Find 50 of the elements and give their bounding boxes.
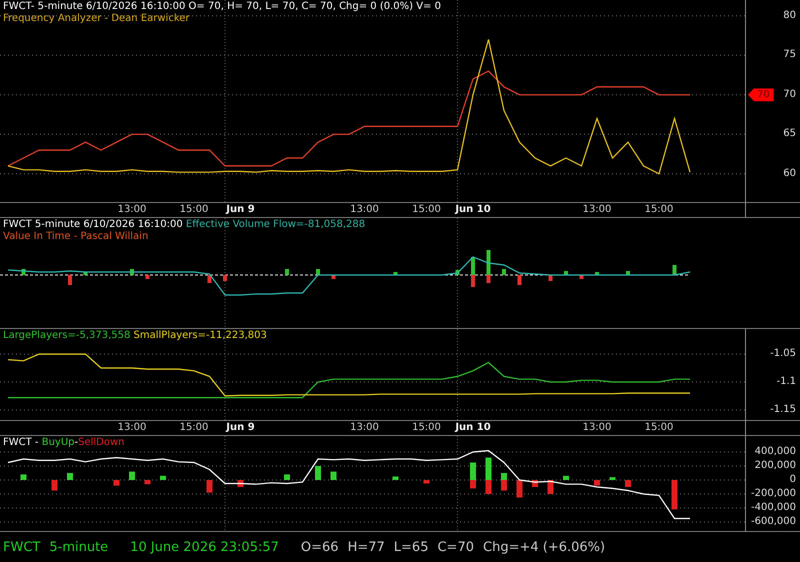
time-label: 13:00 [350, 204, 379, 216]
legend-label: BuyUp [42, 437, 75, 448]
status-text: O=66 [300, 539, 339, 558]
time-label: 15:00 [644, 422, 674, 434]
status-text: L=65 [394, 539, 428, 558]
status-text: H=77 [348, 539, 385, 558]
axis-label: -1.15 [770, 404, 796, 415]
status-text: C=70 [437, 539, 474, 558]
legend-label: SmallPlayers=-11,223,803 [134, 330, 267, 341]
legend-label: Effective Volume Flow=-81,058,288 [186, 219, 366, 230]
time-label: 15:00 [412, 204, 441, 216]
status-text: 10 June 2026 23:05:57 [130, 539, 279, 558]
axis-label: 0 [790, 475, 796, 485]
price-tag: 70 [748, 88, 774, 102]
time-label: 15:00 [180, 204, 208, 216]
axis-label: -200,000 [751, 489, 796, 499]
time-label: 15:00 [180, 422, 208, 434]
time-label: 13:00 [350, 422, 379, 434]
status-text: FWCT [3, 539, 40, 558]
time-label: 13:00 [118, 422, 146, 434]
time-label: 13:00 [582, 422, 612, 434]
status-text: Chg=+4 (+6.06%) [483, 539, 606, 558]
axis-label: 60 [783, 168, 796, 179]
axis-label: 75 [783, 50, 796, 60]
legend-label: Frequency Analyzer - Dean Earwicker [3, 13, 190, 24]
time-label: Jun 10 [455, 422, 491, 434]
axis-label: -400,000 [751, 503, 796, 513]
time-label: 13:00 [118, 204, 146, 216]
axis-label: 65 [783, 129, 796, 140]
legend-label: FWCT - [3, 437, 39, 448]
status-text: 5-minute [49, 539, 108, 558]
time-label: Jun 9 [226, 204, 255, 216]
time-label: Jun 10 [455, 204, 491, 216]
axis-label: 200,000 [754, 461, 796, 472]
time-label: 13:00 [582, 204, 612, 216]
time-label: Jun 9 [226, 422, 255, 434]
legend-label: Value In Time - Pascal Willain [3, 231, 148, 242]
time-label: 15:00 [412, 422, 441, 434]
legend-label: LargePlayers=-5,373,558 [3, 330, 130, 341]
time-label: 15:00 [644, 204, 674, 216]
legend-label: - [74, 437, 78, 448]
legend-label: SellDown [78, 437, 125, 448]
axis-label: -1.05 [770, 349, 796, 360]
legend-label: FWCT 5-minute 6/10/2026 16:10:00 [3, 219, 183, 230]
axis-label: 80 [783, 10, 796, 21]
axis-label: 400,000 [754, 447, 796, 458]
axis-label: -1.1 [776, 376, 796, 387]
legend-label: FWCT- 5-minute 6/10/2026 16:10:00 O= 70, H= 70, L= 70, C= 70, Chg= 0 (0.0%) V= 0 [3, 1, 441, 12]
axis-label: 70 [783, 90, 796, 100]
axis-label: -600,000 [751, 516, 796, 527]
